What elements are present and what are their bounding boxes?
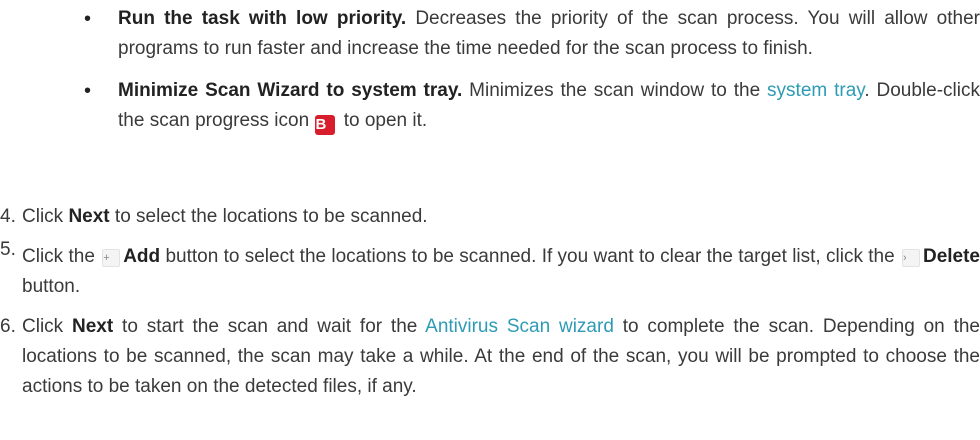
next-label: Next: [68, 206, 110, 227]
step-6: 6. Click Next to start the scan and wait…: [0, 312, 980, 402]
scan-progress-icon: B: [315, 115, 336, 135]
antivirus-scan-wizard-link[interactable]: Antivirus Scan wizard: [425, 316, 614, 337]
option-description: Minimizes the scan window to the: [462, 80, 768, 101]
system-tray-link[interactable]: system tray: [767, 80, 864, 101]
add-icon: +: [102, 249, 121, 267]
step-number: 6.: [0, 316, 16, 337]
bullet-icon: •: [84, 8, 92, 30]
option-title: Minimize Scan Wizard to system tray.: [118, 80, 463, 101]
delete-label: Delete: [922, 246, 980, 267]
option-minimize-tray: • Minimize Scan Wizard to system tray. M…: [80, 76, 980, 136]
options-list: • Run the task with low priority. Decrea…: [80, 4, 980, 148]
step-4: 4. Click Next to select the locations to…: [0, 202, 980, 232]
document-page: • Run the task with low priority. Decrea…: [0, 0, 980, 440]
step-number: 5.: [0, 239, 16, 260]
add-label: Add: [123, 246, 161, 267]
option-title: Run the task with low priority.: [118, 8, 407, 29]
step-5: 5. Click the + Add button to select the l…: [0, 239, 980, 302]
delete-icon: ›: [901, 249, 920, 267]
bullet-icon: •: [84, 80, 92, 102]
steps-list: 4. Click Next to select the locations to…: [0, 202, 980, 412]
step-number: 4.: [0, 206, 16, 227]
next-label: Next: [72, 316, 114, 337]
option-low-priority: • Run the task with low priority. Decrea…: [80, 4, 980, 64]
